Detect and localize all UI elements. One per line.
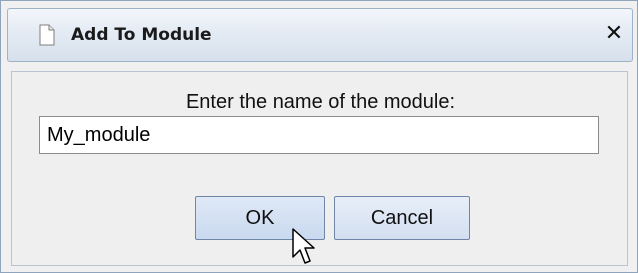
ok-button[interactable]: OK [195, 196, 325, 240]
add-to-module-dialog: Add To Module ✕ Enter the name of the mo… [0, 0, 638, 273]
document-icon [39, 24, 55, 46]
dialog-titlebar: Add To Module ✕ [7, 8, 633, 62]
dialog-body: Enter the name of the module: OK Cancel [11, 71, 628, 266]
module-name-input[interactable] [39, 116, 599, 154]
cancel-button[interactable]: Cancel [334, 196, 470, 240]
close-icon[interactable]: ✕ [602, 21, 626, 47]
module-name-prompt: Enter the name of the module: [185, 91, 456, 113]
dialog-title: Add To Module [71, 25, 212, 45]
